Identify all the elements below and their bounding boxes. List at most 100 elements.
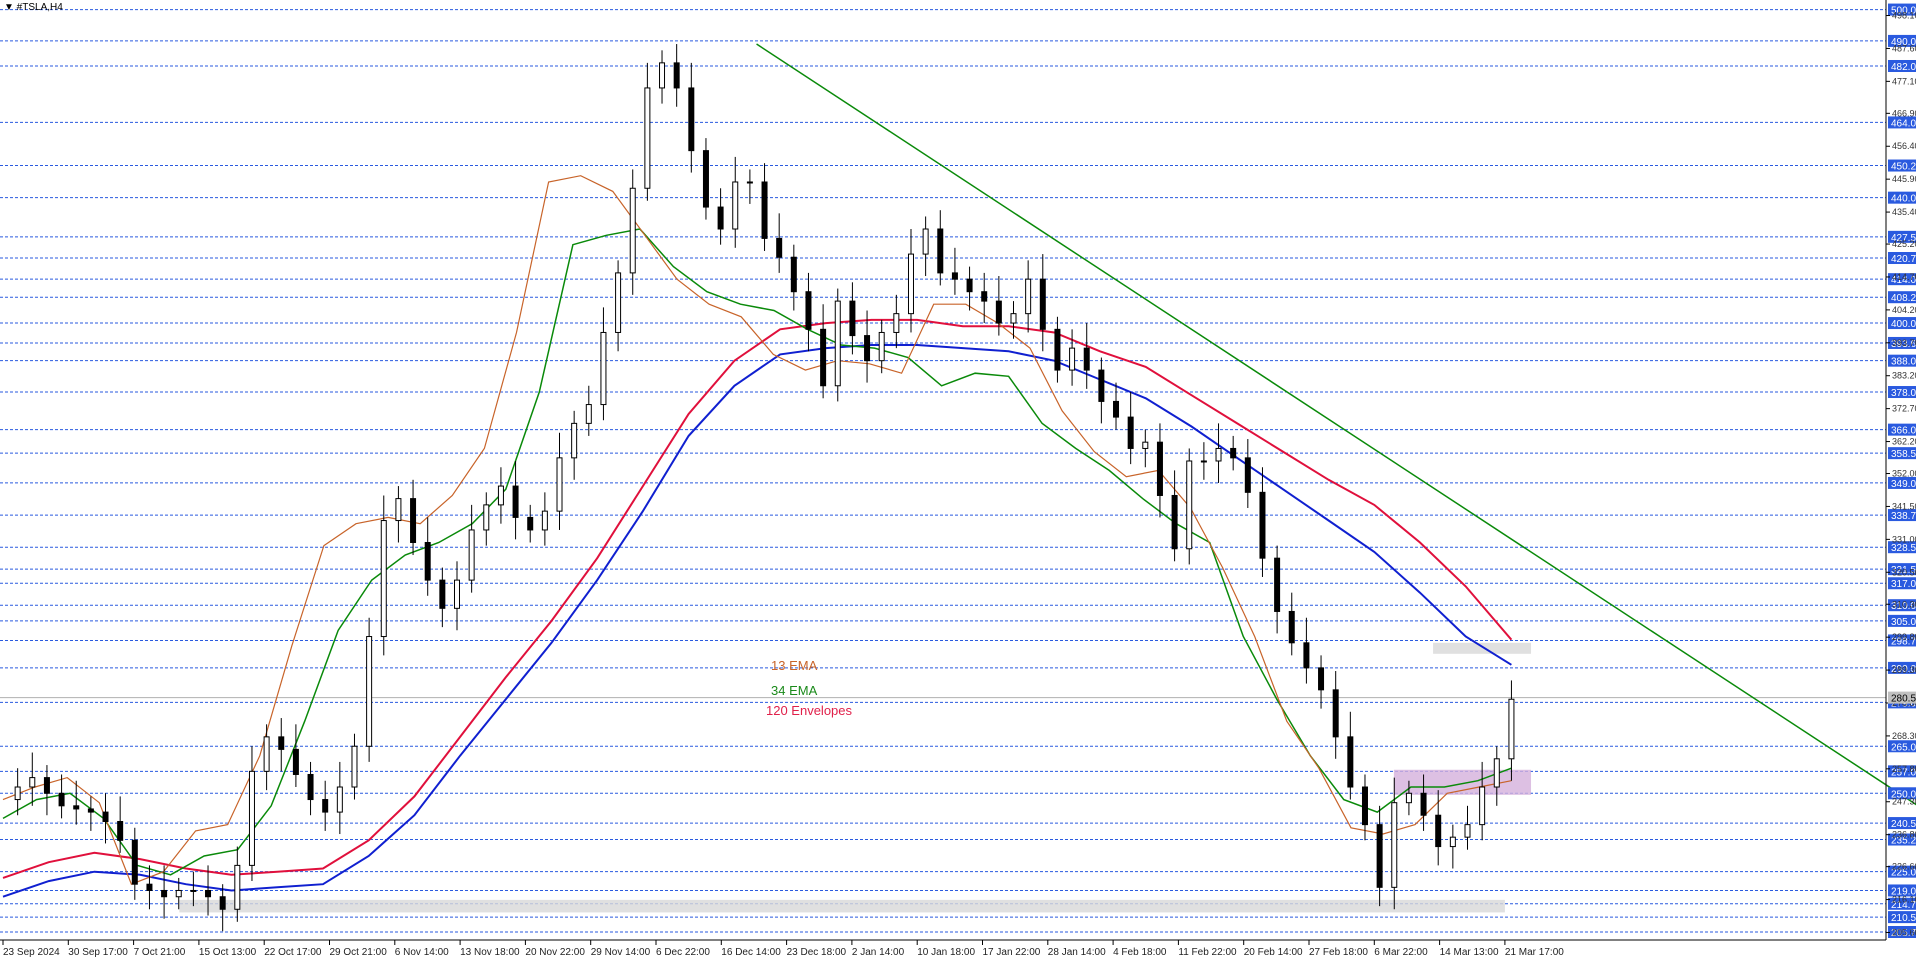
candle-body — [307, 773, 314, 801]
candle-body — [995, 300, 1002, 324]
y-tick-label: 383.20 — [1892, 371, 1916, 381]
candle-body — [205, 889, 212, 898]
x-tick-label: 30 Sep 17:00 — [68, 947, 128, 958]
level-tag-label: 388.00 — [1891, 357, 1916, 368]
y-tick-label: 404.20 — [1892, 305, 1916, 315]
level-tag-label: 317.00 — [1891, 579, 1916, 590]
candle-body — [1069, 347, 1076, 371]
x-tick-label: 10 Jan 18:00 — [917, 947, 975, 958]
candle-body — [761, 181, 768, 239]
candle-body — [1332, 689, 1339, 738]
y-tick-label: 362.20 — [1892, 437, 1916, 447]
candle-body — [1142, 441, 1149, 449]
y-tick-label: 341.50 — [1892, 501, 1916, 511]
candle-body — [512, 485, 519, 518]
y-tick-label: 477.10 — [1892, 76, 1916, 86]
x-tick-label: 20 Nov 22:00 — [525, 947, 585, 958]
candle-body — [468, 529, 475, 581]
candle-body — [1244, 457, 1251, 493]
candle-body — [1259, 491, 1266, 559]
candle-body — [322, 799, 329, 813]
y-tick-label: 466.90 — [1892, 108, 1916, 118]
y-tick-label: 414.70 — [1892, 272, 1916, 282]
candle-body — [1420, 792, 1427, 816]
y-tick-label: 268.30 — [1892, 731, 1916, 741]
candle-body — [673, 62, 680, 89]
legend-ema34: 34 EMA — [771, 683, 818, 698]
level-tag-label: 328.50 — [1891, 543, 1916, 554]
candle-body — [1098, 369, 1105, 402]
candle-body — [834, 300, 841, 387]
candle-body — [1230, 447, 1237, 459]
x-tick-label: 17 Jan 22:00 — [983, 947, 1041, 958]
y-tick-label: 435.40 — [1892, 207, 1916, 217]
candle-body — [1508, 698, 1515, 760]
candle-body — [1156, 441, 1163, 496]
candle-body — [1493, 758, 1500, 788]
chart-background — [0, 0, 1916, 963]
x-tick-label: 2 Jan 14:00 — [852, 947, 905, 958]
candle-body — [43, 777, 50, 794]
candle-body — [410, 498, 417, 543]
x-tick-label: 21 Mar 17:00 — [1505, 947, 1564, 958]
x-tick-label: 6 Mar 22:00 — [1374, 947, 1428, 958]
x-tick-label: 15 Oct 13:00 — [199, 947, 257, 958]
candle-body — [366, 636, 373, 747]
candle-body — [292, 748, 299, 775]
candle-body — [234, 864, 241, 910]
y-tick-label: 372.70 — [1892, 404, 1916, 414]
y-tick-label: 425.20 — [1892, 239, 1916, 249]
y-tick-label: 236.80 — [1892, 830, 1916, 840]
x-tick-label: 23 Dec 18:00 — [787, 947, 847, 958]
candle-body — [1288, 610, 1295, 644]
candle-body — [541, 510, 548, 531]
candle-body — [571, 422, 578, 459]
candle-body — [395, 498, 402, 522]
candle-body — [1171, 494, 1178, 550]
candle-body — [278, 736, 285, 750]
candle-body — [717, 206, 724, 230]
x-tick-label: 14 Mar 13:00 — [1440, 947, 1499, 958]
candle-body — [497, 485, 504, 506]
candle-body — [161, 889, 168, 898]
candle-body — [702, 150, 709, 208]
y-tick-label: 331.00 — [1892, 534, 1916, 544]
y-tick-label: 498.10 — [1892, 11, 1916, 21]
candle-body — [644, 87, 651, 189]
y-tick-label: 216.10 — [1892, 895, 1916, 905]
level-tag-label: 358.50 — [1891, 449, 1916, 460]
candle-body — [893, 313, 900, 333]
candle-body — [1127, 416, 1134, 449]
candle-body — [219, 896, 226, 910]
candle-body — [1376, 824, 1383, 888]
level-tag-label: 240.50 — [1891, 819, 1916, 830]
candle-body — [263, 736, 270, 772]
candle-body — [190, 889, 197, 892]
y-tick-label: 393.70 — [1892, 338, 1916, 348]
y-tick-label: 247.30 — [1892, 797, 1916, 807]
x-tick-label: 16 Dec 14:00 — [721, 947, 781, 958]
candle-body — [864, 335, 871, 362]
zone-support — [179, 899, 1505, 913]
candle-body — [58, 792, 65, 807]
candle-body — [29, 777, 36, 788]
level-tag-label: 349.00 — [1891, 479, 1916, 490]
candle-body — [1083, 347, 1090, 371]
candle-body — [1025, 278, 1032, 315]
price-chart[interactable]: 500.00490.00482.00464.00450.25440.00427.… — [0, 0, 1916, 963]
level-tag-label: 464.00 — [1891, 118, 1916, 129]
level-tag-label: 378.00 — [1891, 388, 1916, 399]
candle-body — [424, 541, 431, 581]
candle-body — [175, 889, 182, 898]
y-tick-label: 487.60 — [1892, 43, 1916, 53]
candle-body — [1318, 667, 1325, 691]
candle-body — [966, 278, 973, 293]
x-tick-label: 6 Nov 14:00 — [395, 947, 449, 958]
candle-body — [600, 331, 607, 406]
candle-body — [1405, 792, 1412, 804]
candle-body — [439, 579, 446, 609]
candle-body — [117, 820, 124, 841]
symbol-label[interactable]: ▼ #TSLA,H4 — [4, 2, 63, 13]
candle-body — [1274, 557, 1281, 612]
candle-body — [131, 839, 138, 885]
